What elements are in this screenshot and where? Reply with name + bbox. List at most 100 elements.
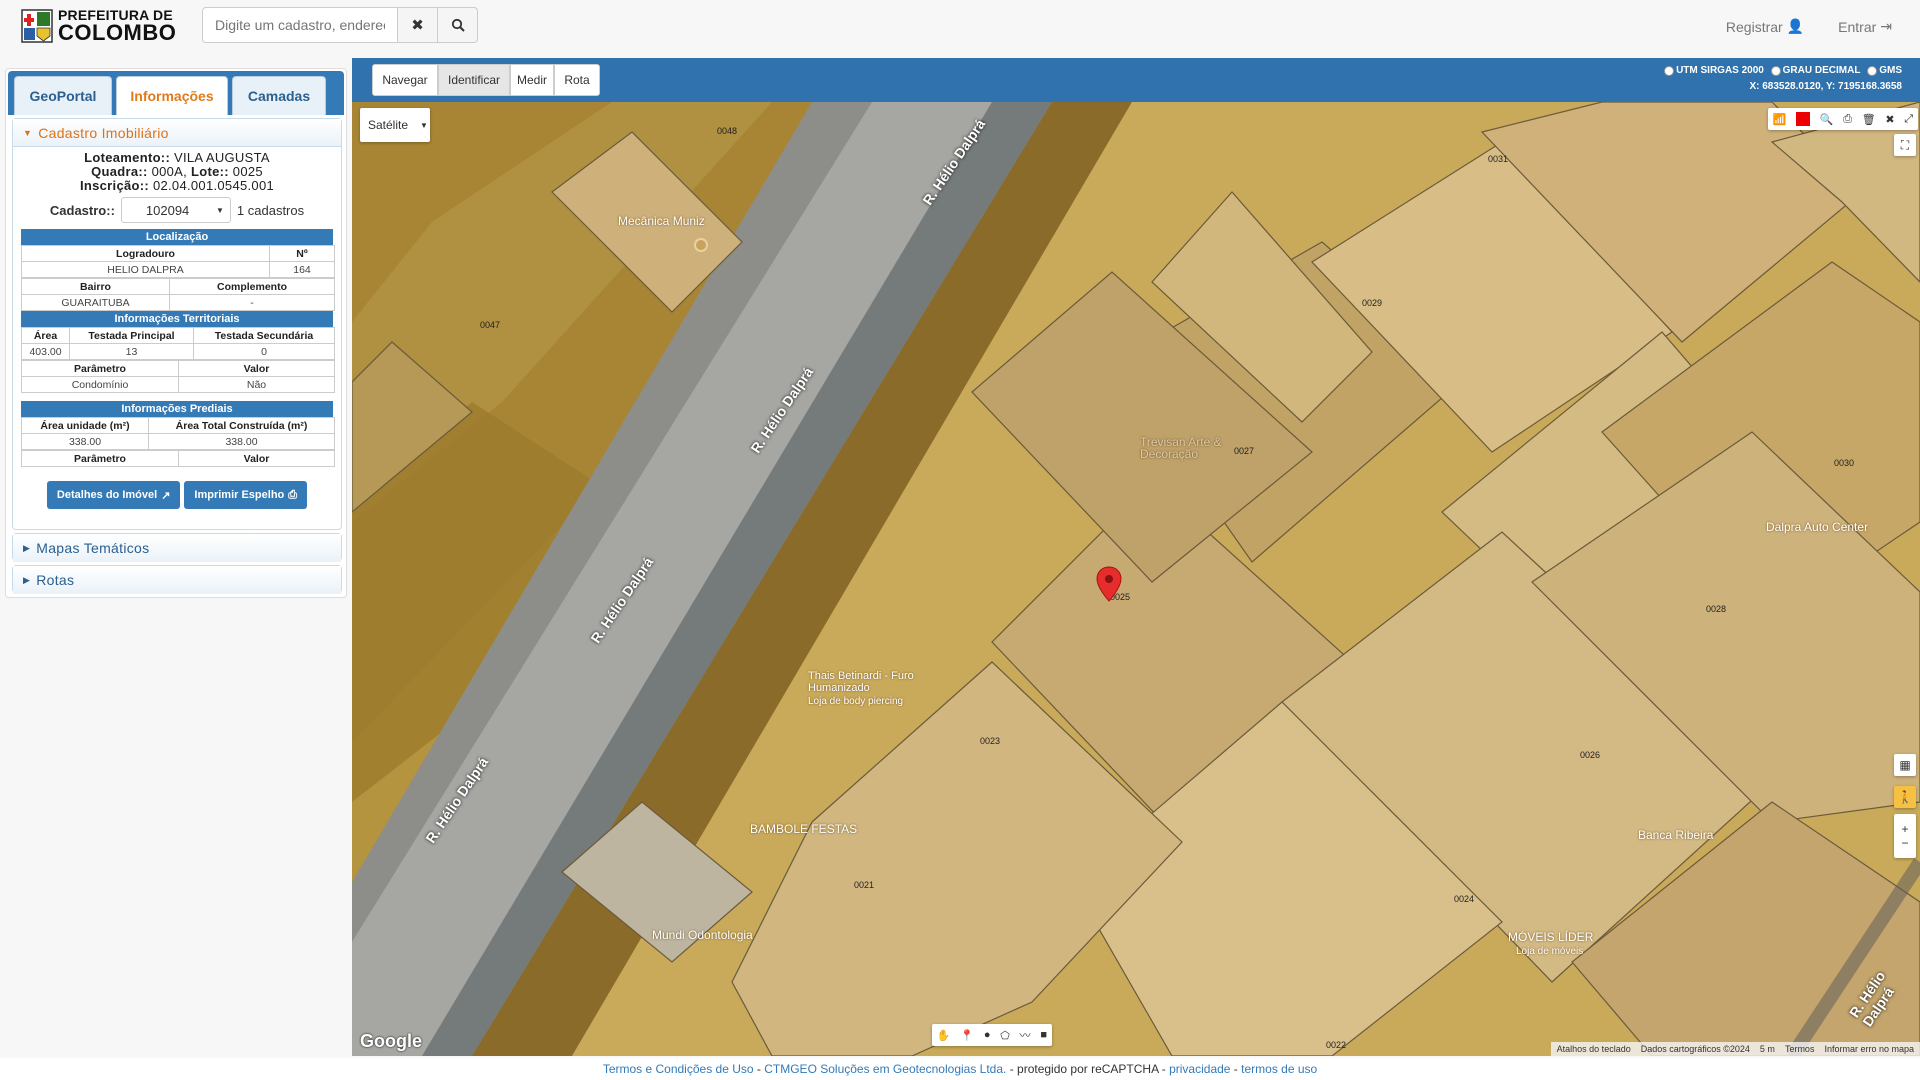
opt-gms-label: GMS <box>1879 65 1902 76</box>
street-view-button[interactable]: 🚶 <box>1894 786 1916 808</box>
lot-number: 0023 <box>980 736 1001 746</box>
zoom-icon[interactable]: 🔍 <box>1820 113 1834 126</box>
quadra-value: 000A <box>151 164 184 179</box>
cell-area-total: 338.00 <box>148 433 335 450</box>
radio-grau[interactable] <box>1770 65 1781 76</box>
user-icon: 👤 <box>1786 18 1805 34</box>
cadastro-header[interactable]: ▼ Cadastro Imobiliário <box>13 119 341 147</box>
poi-label[interactable]: Thais Betinardi - Furo Humanizado <box>808 670 948 694</box>
navegar-button[interactable]: Navegar <box>372 64 438 96</box>
zoom-control: + − <box>1894 814 1916 858</box>
prediais-parametro-table: Parâmetro Valor <box>21 450 335 467</box>
circle-icon[interactable]: ● <box>984 1029 991 1041</box>
mapas-section: ▶ Mapas Temáticos <box>12 533 342 562</box>
footer-ctmgeo-link[interactable]: CTMGEO Soluções em Geotecnologias Ltda. <box>764 1062 1006 1076</box>
print-icon: ⎙ <box>288 488 298 501</box>
tab-geoportal[interactable]: GeoPortal <box>14 76 112 115</box>
rotas-header[interactable]: ▶ Rotas <box>13 566 341 594</box>
col-valor: Valor <box>178 360 335 377</box>
basemap-label: Satélite <box>368 118 409 132</box>
poi-label[interactable]: Mecânica Muniz <box>618 214 705 228</box>
map-canvas[interactable]: R. Hélio Dalprá R. Hélio Dalprá R. Hélio… <box>352 102 1920 1056</box>
cell-area: 403.00 <box>21 343 70 360</box>
lote-label: Lote:: <box>190 164 229 179</box>
poi-label[interactable]: Trevisan Arte & Decoração <box>1140 436 1240 460</box>
attrib-scale[interactable]: 5 m <box>1760 1044 1775 1054</box>
register-label: Registrar <box>1725 18 1783 35</box>
polygon-icon[interactable]: ⬠ <box>1000 1029 1010 1042</box>
col-area-total: Área Total Construída (m²) <box>148 417 335 434</box>
radio-utm[interactable] <box>1664 65 1675 76</box>
poi-label[interactable]: MÓVEIS LÍDER <box>1508 930 1593 944</box>
lote-value: 0025 <box>232 164 263 179</box>
mapas-header[interactable]: ▶ Mapas Temáticos <box>13 534 341 562</box>
external-link-icon: ↗ <box>161 489 171 502</box>
poi-label[interactable]: Banca Ribeira <box>1638 828 1713 842</box>
clear-search-button[interactable]: ✖ <box>398 7 438 43</box>
rectangle-icon[interactable]: ■ <box>1040 1029 1047 1041</box>
quadra-line: Quadra:: 000A, Lote:: 0025 <box>91 164 263 179</box>
close-icon[interactable]: ✖ <box>1885 113 1894 126</box>
caret-right-icon: ▶ <box>23 542 31 553</box>
poi-marker-icon[interactable] <box>694 238 708 252</box>
register-link[interactable]: Registrar 👤 <box>1726 18 1804 35</box>
fullscreen-button[interactable]: ⛶ <box>1894 134 1916 156</box>
radio-gms[interactable] <box>1867 65 1878 76</box>
polyline-icon[interactable]: 〰 <box>1020 1027 1031 1043</box>
mapas-title: Mapas Temáticos <box>36 540 150 556</box>
expand-icon[interactable]: ⤢ <box>1904 113 1913 126</box>
cell-testada-secundaria: 0 <box>193 343 335 360</box>
detalhes-imovel-button[interactable]: Detalhes do Imóvel ↗ <box>46 481 181 509</box>
prefeitura-logo[interactable]: PREFEITURA DE COLOMBO <box>20 6 176 46</box>
opt-grau[interactable]: GRAU DECIMAL <box>1770 64 1860 77</box>
prediais-table: Área unidade (m²) Área Total Construída (… <box>21 417 335 450</box>
search-input[interactable] <box>202 7 398 43</box>
trash-icon[interactable]: 🗑 <box>1862 113 1876 126</box>
close-icon: ✖ <box>411 17 424 34</box>
tab-camadas[interactable]: Camadas <box>232 76 326 115</box>
zoom-out-button[interactable]: − <box>1901 836 1908 850</box>
imprimir-espelho-button[interactable]: Imprimir Espelho ⎙ <box>184 481 308 509</box>
poi-label[interactable]: BAMBOLE FESTAS <box>750 822 857 836</box>
identificar-button[interactable]: Identificar <box>438 64 510 96</box>
poi-label[interactable]: Mundi Odontologia <box>652 928 753 942</box>
inscricao-label: Inscrição:: <box>79 178 150 193</box>
map-attribution: Atalhos do teclado Dados cartográficos ©… <box>1550 1042 1920 1056</box>
col-predial-parametro: Parâmetro <box>21 450 179 467</box>
tab-informacoes[interactable]: Informações <box>116 76 228 115</box>
footer-recaptcha: - protegido por reCAPTCHA - <box>1006 1062 1170 1076</box>
hand-icon[interactable]: ✋ <box>937 1029 951 1042</box>
cell-parametro: Condomínio <box>21 376 179 393</box>
fullscreen-icon: ⛶ <box>1900 137 1910 152</box>
signal-icon[interactable]: 📶 <box>1773 113 1787 126</box>
lot-number: 0026 <box>1580 750 1601 760</box>
print-icon[interactable]: ⎙ <box>1843 113 1852 126</box>
medir-button[interactable]: Medir <box>510 64 554 96</box>
cell-complemento: - <box>169 294 335 311</box>
rota-button[interactable]: Rota <box>554 64 600 96</box>
search-button[interactable] <box>438 7 478 43</box>
basemap-select[interactable]: Satélite ▼ <box>360 108 430 142</box>
cell-testada-principal: 13 <box>69 343 194 360</box>
layers-button[interactable]: ▦ <box>1894 754 1916 776</box>
login-link[interactable]: Entrar ⇥ <box>1838 18 1892 35</box>
coordinate-readout: X: 683528.0120, Y: 7195168.3658 <box>1749 80 1902 92</box>
cadastro-select[interactable]: 102094 ▼ <box>120 197 231 223</box>
attrib-shortcuts[interactable]: Atalhos do teclado <box>1557 1044 1631 1054</box>
territoriais-table: Área Testada Principal Testada Secundária … <box>21 327 335 360</box>
color-swatch-icon[interactable] <box>1796 112 1811 126</box>
satellite-imagery <box>352 102 1920 1056</box>
footer-privacidade-link[interactable]: privacidade <box>1169 1062 1230 1076</box>
footer: Termos e Condições de Uso - CTMGEO Soluç… <box>0 1058 1920 1080</box>
col-predial-valor: Valor <box>178 450 335 467</box>
marker-icon[interactable]: 📍 <box>960 1029 974 1042</box>
footer-termos-link[interactable]: Termos e Condições de Uso <box>603 1062 754 1076</box>
opt-gms[interactable]: GMS <box>1867 64 1902 77</box>
poi-label[interactable]: Dalpra Auto Center <box>1766 520 1868 534</box>
zoom-in-button[interactable]: + <box>1901 822 1908 836</box>
attrib-report[interactable]: Informar erro no mapa <box>1824 1044 1914 1054</box>
opt-utm[interactable]: UTM SIRGAS 2000 <box>1664 64 1764 77</box>
attrib-terms[interactable]: Termos <box>1785 1044 1815 1054</box>
footer-separator: - <box>753 1062 765 1076</box>
footer-termos-uso-link[interactable]: termos de uso <box>1241 1062 1317 1076</box>
